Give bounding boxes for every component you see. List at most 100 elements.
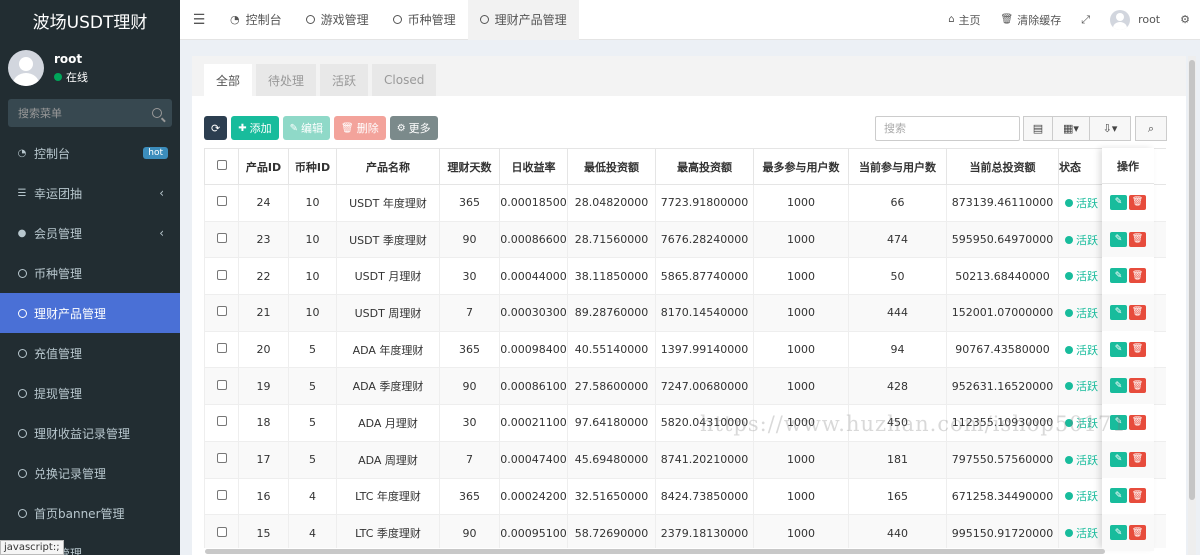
edit-row-button[interactable]: ✎ — [1110, 194, 1127, 210]
advanced-search-icon[interactable]: ⌕ — [1135, 116, 1167, 141]
fullscreen-icon[interactable]: ⤢ — [1071, 13, 1100, 27]
top-tab-0[interactable]: ◔ 控制台 — [218, 0, 294, 40]
delete-row-button[interactable]: 🗑 — [1129, 194, 1146, 210]
delete-button[interactable]: 🗑 删除 — [334, 116, 386, 140]
sidebar-item-0[interactable]: ◔ 控制台 hot — [0, 133, 180, 173]
sidebar-item-8[interactable]: 兑换记录管理 — [0, 453, 180, 493]
column-header[interactable]: 当前总投资额 — [946, 148, 1059, 185]
delete-row-button[interactable]: 🗑 — [1129, 341, 1146, 357]
checkbox-icon[interactable] — [216, 489, 227, 500]
row-checkbox[interactable] — [204, 477, 239, 516]
sidebar-item-2[interactable]: ● 会员管理 ‹ — [0, 213, 180, 253]
sidebar-item-4[interactable]: 理财产品管理 — [0, 293, 180, 333]
column-header[interactable]: 理财天数 — [439, 148, 500, 185]
edit-row-button[interactable]: ✎ — [1110, 231, 1127, 247]
home-link[interactable]: ⌂ 主页 — [938, 12, 990, 28]
row-checkbox[interactable] — [204, 184, 239, 222]
table-row[interactable]: 17 5 ADA 周理财 7 0.00047400 45.69480000 8741.202… — [204, 440, 1166, 479]
panel-tab-2[interactable]: 活跃 — [320, 64, 369, 96]
column-header[interactable]: 产品ID — [238, 148, 289, 185]
delete-row-button[interactable]: 🗑 — [1129, 231, 1146, 247]
table-row[interactable]: 23 10 USDT 季度理财 90 0.00086600 28.71560000 7676… — [204, 220, 1166, 259]
horizontal-scrollbar[interactable] — [205, 549, 1105, 554]
row-checkbox[interactable] — [204, 514, 239, 548]
panel-tab-1[interactable]: 待处理 — [256, 64, 317, 96]
delete-row-button[interactable]: 🗑 — [1129, 414, 1146, 430]
app-title[interactable]: 波场USDT理财 — [0, 0, 180, 40]
top-tab-3[interactable]: 理财产品管理 — [467, 0, 579, 40]
refresh-button[interactable]: ⟳ — [204, 116, 228, 140]
column-header[interactable]: 当前参与用户数 — [848, 148, 947, 185]
vertical-scrollbar-thumb[interactable] — [1189, 60, 1195, 500]
column-header[interactable]: 产品名称 — [336, 148, 440, 185]
panel-tab-0[interactable]: 全部 — [204, 64, 253, 96]
edit-row-button[interactable]: ✎ — [1110, 525, 1127, 541]
edit-row-button[interactable]: ✎ — [1110, 451, 1127, 467]
table-row[interactable]: 24 10 USDT 年度理财 365 0.00018500 28.04820000 772… — [204, 184, 1166, 222]
edit-button[interactable]: ✎ 编辑 — [282, 116, 330, 140]
table-row[interactable]: 22 10 USDT 月理财 30 0.00044000 38.11850000 5865.… — [204, 257, 1166, 296]
row-checkbox[interactable] — [204, 440, 239, 479]
select-all-checkbox[interactable] — [204, 148, 239, 185]
row-checkbox[interactable] — [204, 220, 239, 259]
table-row[interactable]: 18 5 ADA 月理财 30 0.00021100 97.64180000 5820.04… — [204, 404, 1166, 442]
edit-row-button[interactable]: ✎ — [1110, 414, 1127, 430]
table-row[interactable]: 21 10 USDT 周理财 7 0.00030300 89.28760000 8170.1… — [204, 294, 1166, 332]
table-row[interactable]: 15 4 LTC 季度理财 90 0.00095100 58.72690000 2379.1… — [204, 514, 1166, 548]
top-tab-2[interactable]: 币种管理 — [381, 0, 468, 40]
sidebar-item-5[interactable]: 充值管理 — [0, 333, 180, 373]
sidebar-item-6[interactable]: 提现管理 — [0, 373, 180, 413]
panel-tab-3[interactable]: Closed — [372, 64, 437, 96]
toggle-view-icon[interactable]: ▤ — [1023, 116, 1053, 141]
checkbox-icon[interactable] — [216, 343, 227, 354]
column-header[interactable]: 最多参与用户数 — [753, 148, 849, 185]
checkbox-icon[interactable] — [216, 306, 227, 317]
edit-row-button[interactable]: ✎ — [1110, 378, 1127, 394]
sidebar-item-3[interactable]: 币种管理 — [0, 253, 180, 293]
search-icon[interactable] — [152, 108, 162, 118]
table-search-input[interactable] — [875, 116, 1020, 141]
column-header[interactable]: 币种ID — [288, 148, 337, 185]
settings-icon[interactable]: ⚙ — [1170, 13, 1200, 26]
sidebar-item-9[interactable]: 首页banner管理 — [0, 493, 180, 533]
columns-dropdown-icon[interactable]: ▦▾ — [1052, 116, 1090, 141]
checkbox-icon[interactable] — [216, 233, 227, 244]
table-row[interactable]: 20 5 ADA 年度理财 365 0.00098400 40.55140000 1397.… — [204, 330, 1166, 369]
row-checkbox[interactable] — [204, 294, 239, 332]
delete-row-button[interactable]: 🗑 — [1129, 451, 1146, 467]
export-dropdown-icon[interactable]: ⇩▾ — [1089, 116, 1131, 141]
column-header[interactable]: 日收益率 — [499, 148, 568, 185]
delete-row-button[interactable]: 🗑 — [1129, 488, 1146, 504]
checkbox-icon[interactable] — [216, 416, 227, 427]
row-checkbox[interactable] — [204, 257, 239, 296]
sidebar-item-1[interactable]: ☰ 幸运团抽 ‹ — [0, 173, 180, 213]
checkbox-icon[interactable] — [216, 160, 227, 170]
edit-row-button[interactable]: ✎ — [1110, 268, 1127, 284]
checkbox-icon[interactable] — [216, 526, 227, 537]
more-button[interactable]: ⚙ 更多 — [389, 116, 438, 140]
checkbox-icon[interactable] — [216, 379, 227, 390]
row-checkbox[interactable] — [204, 404, 239, 442]
checkbox-icon[interactable] — [216, 269, 227, 280]
top-tab-1[interactable]: 游戏管理 — [294, 0, 381, 40]
row-checkbox[interactable] — [204, 367, 239, 406]
table-row[interactable]: 16 4 LTC 年度理财 365 0.00024200 32.51650000 8424.… — [204, 477, 1166, 516]
checkbox-icon[interactable] — [216, 196, 227, 207]
edit-row-button[interactable]: ✎ — [1110, 488, 1127, 504]
clear-cache-button[interactable]: 🗑 清除缓存 — [991, 12, 1072, 28]
edit-row-button[interactable]: ✎ — [1110, 341, 1127, 357]
edit-row-button[interactable]: ✎ — [1110, 304, 1127, 320]
user-menu[interactable]: root — [1100, 9, 1170, 30]
sidebar-search-input[interactable]: 搜索菜单 — [8, 99, 172, 127]
delete-row-button[interactable]: 🗑 — [1129, 268, 1146, 284]
checkbox-icon[interactable] — [216, 453, 227, 464]
table-row[interactable]: 19 5 ADA 季度理财 90 0.00086100 27.58600000 7247.0… — [204, 367, 1166, 406]
add-button[interactable]: ✚ 添加 — [231, 116, 279, 140]
sidebar-item-7[interactable]: 理财收益记录管理 — [0, 413, 180, 453]
delete-row-button[interactable]: 🗑 — [1129, 378, 1146, 394]
menu-toggle-icon[interactable]: ☰ — [180, 0, 218, 40]
delete-row-button[interactable]: 🗑 — [1129, 525, 1146, 541]
column-header[interactable]: 最低投资额 — [567, 148, 656, 185]
column-header[interactable]: 最高投资额 — [655, 148, 754, 185]
row-checkbox[interactable] — [204, 330, 239, 369]
